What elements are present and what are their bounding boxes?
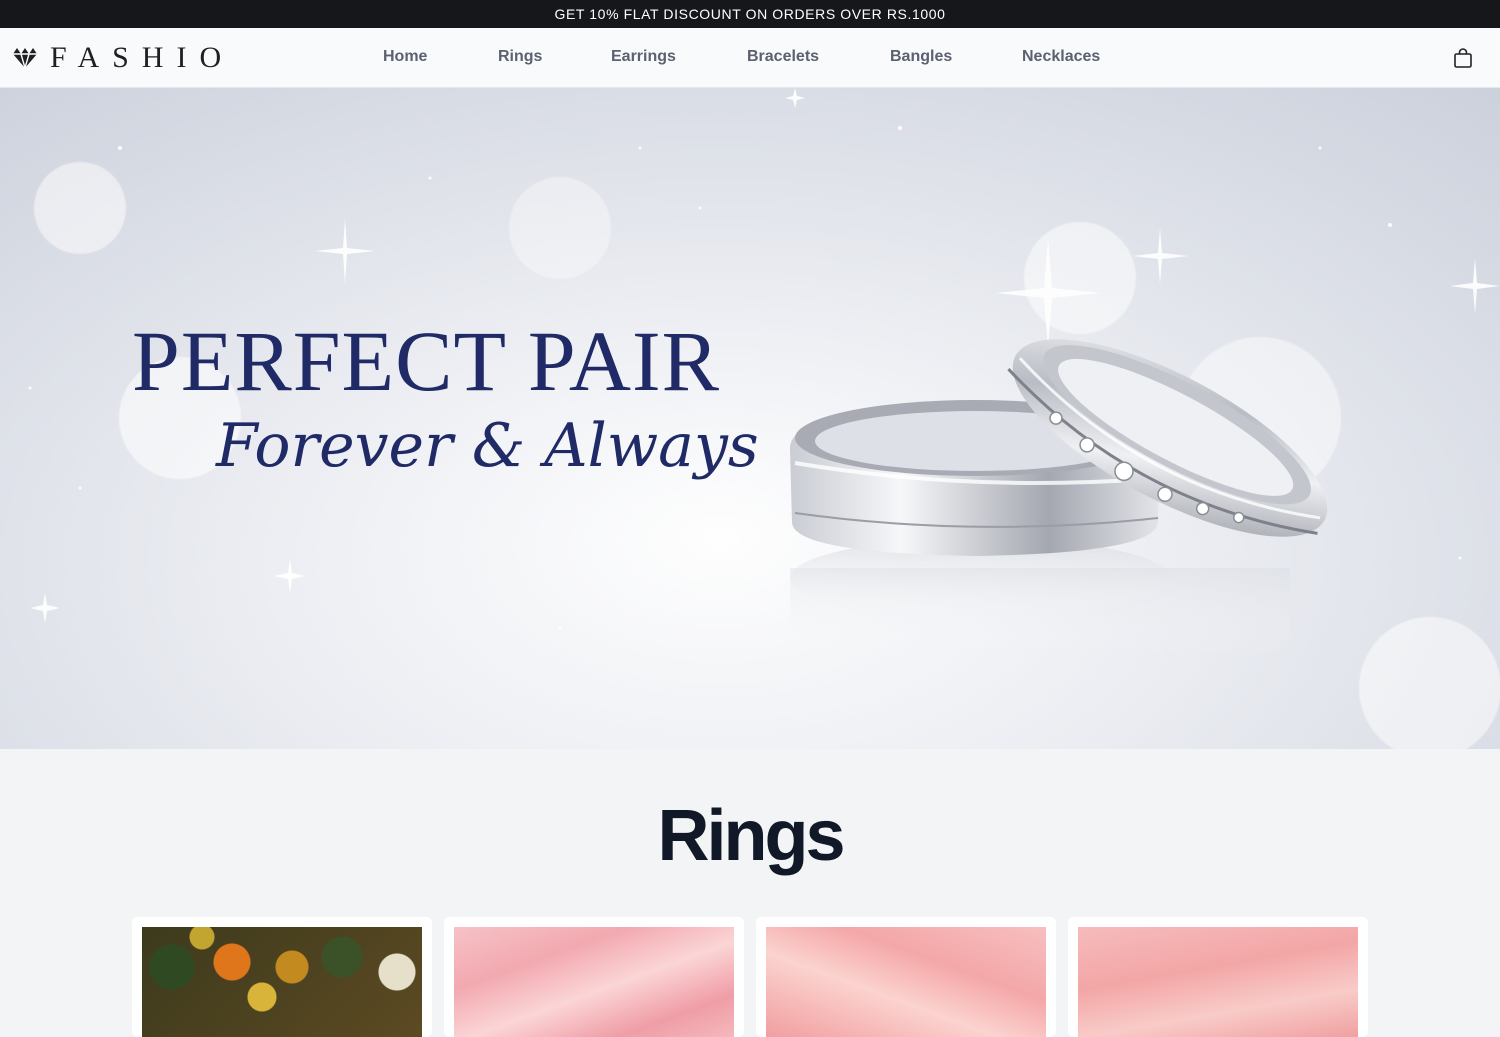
- wedding-rings-image: [790, 339, 1328, 658]
- product-image: [454, 927, 734, 1037]
- nav-necklaces[interactable]: Necklaces: [1022, 48, 1100, 66]
- product-card[interactable]: [756, 917, 1056, 1037]
- nav-earrings[interactable]: Earrings: [611, 48, 676, 66]
- product-image: [1078, 927, 1358, 1037]
- navbar: FASHIO Home Rings Earrings Bracelets Ban…: [0, 28, 1500, 88]
- nav-bracelets[interactable]: Bracelets: [747, 48, 819, 66]
- announcement-text: GET 10% FLAT DISCOUNT ON ORDERS OVER RS.…: [554, 6, 946, 22]
- hero-title: PERFECT PAIR: [132, 313, 720, 409]
- product-card[interactable]: [444, 917, 744, 1037]
- hero-banner[interactable]: PERFECT PAIR Forever & Always: [0, 88, 1500, 749]
- product-image: [766, 927, 1046, 1037]
- brand-name: FASHIO: [50, 41, 235, 74]
- product-card[interactable]: [132, 917, 432, 1037]
- product-image: [142, 927, 422, 1037]
- nav-bangles[interactable]: Bangles: [890, 48, 952, 66]
- nav-rings[interactable]: Rings: [498, 48, 542, 66]
- diamond-icon: [13, 48, 37, 69]
- section-title: Rings: [657, 796, 845, 876]
- hero-subtitle: Forever & Always: [216, 411, 759, 481]
- announcement-bar: GET 10% FLAT DISCOUNT ON ORDERS OVER RS.…: [0, 0, 1500, 28]
- product-card[interactable]: [1068, 917, 1368, 1037]
- brand-logo[interactable]: FASHIO: [12, 41, 235, 74]
- shopping-bag-icon[interactable]: [1452, 48, 1474, 68]
- nav-home[interactable]: Home: [383, 48, 427, 66]
